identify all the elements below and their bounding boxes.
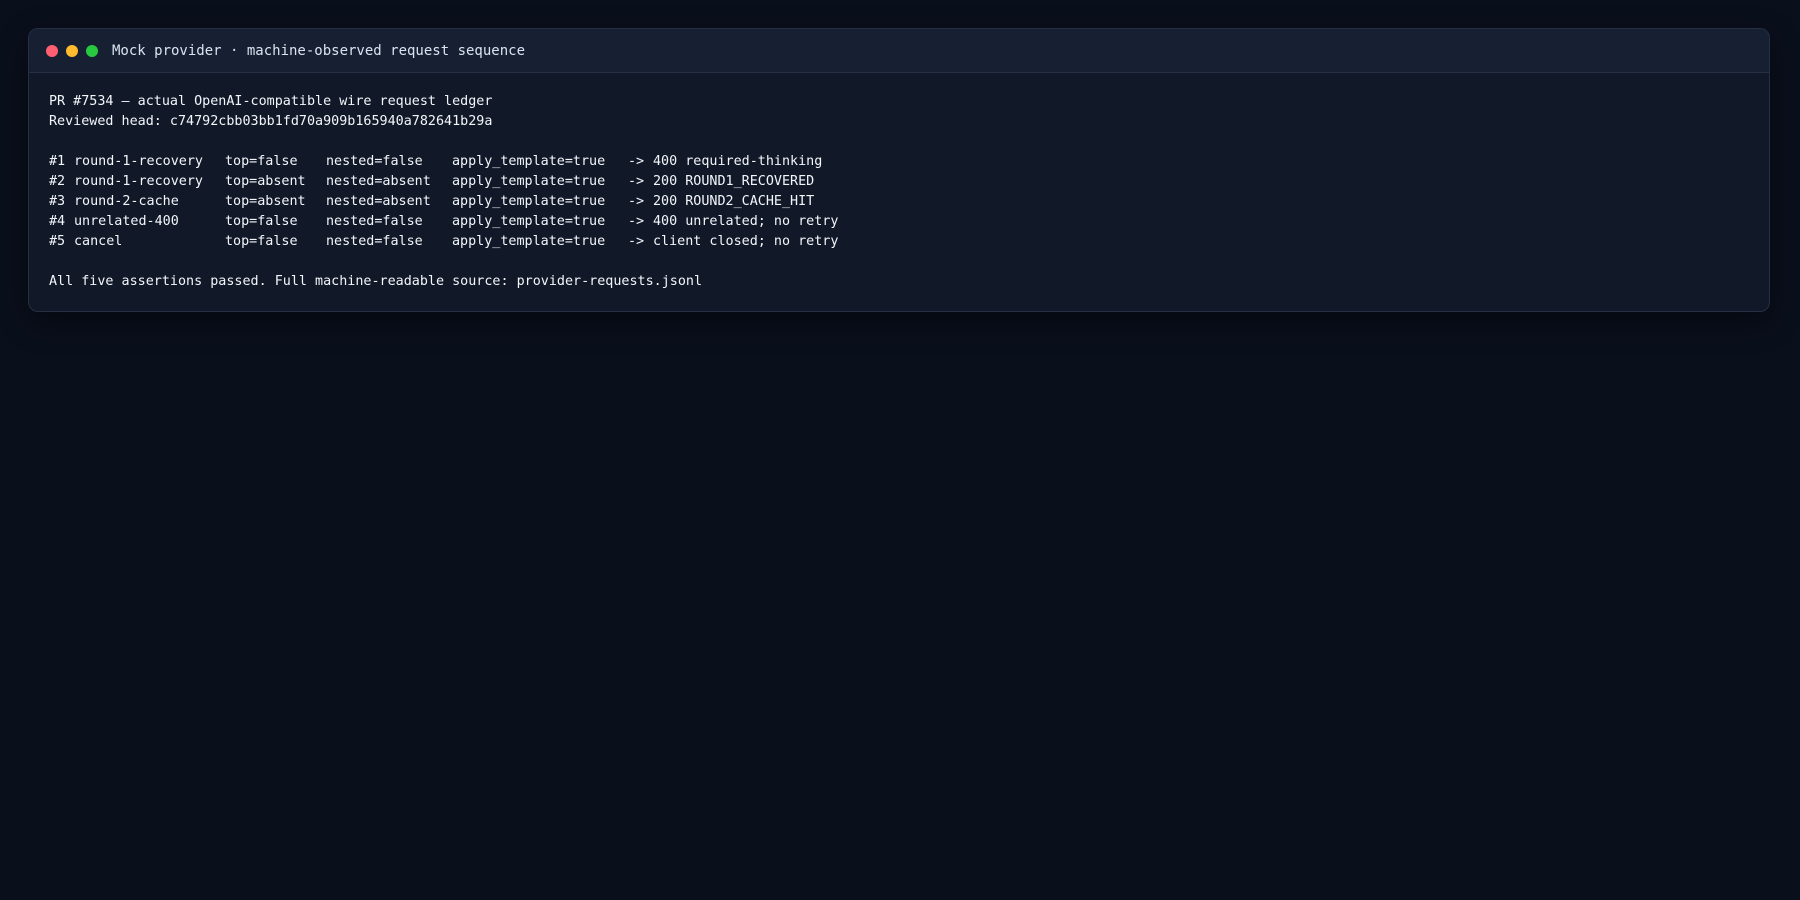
request-template: apply_template=true <box>452 174 606 189</box>
request-name: round-1-recovery <box>74 174 203 189</box>
request-name: round-2-cache <box>74 194 179 209</box>
ledger-heading: PR #7534 — actual OpenAI-compatible wire… <box>49 94 493 109</box>
request-nested: nested=absent <box>326 194 431 209</box>
table-row: #3 round-2-cache top=absent nested=absen… <box>49 192 1749 212</box>
request-arrow: -> <box>628 154 645 169</box>
request-result: 200 ROUND1_RECOVERED <box>653 174 815 189</box>
table-row: #1 round-1-recovery top=false nested=fal… <box>49 152 1749 172</box>
request-name: unrelated-400 <box>74 214 179 229</box>
assertion-summary: All five assertions passed. Full machine… <box>49 274 703 289</box>
request-template: apply_template=true <box>452 154 606 169</box>
request-arrow: -> <box>628 214 645 229</box>
request-top: top=absent <box>225 194 306 209</box>
request-top: top=false <box>225 214 298 229</box>
request-nested: nested=false <box>326 234 423 249</box>
terminal-output: PR #7534 — actual OpenAI-compatible wire… <box>29 73 1769 292</box>
request-id: #2 <box>49 174 66 189</box>
terminal-window: Mock provider · machine-observed request… <box>28 28 1770 312</box>
table-row: #2 round-1-recovery top=absent nested=ab… <box>49 172 1749 192</box>
request-name: round-1-recovery <box>74 154 203 169</box>
request-name: cancel <box>74 234 123 249</box>
table-row: #4 unrelated-400 top=false nested=false … <box>49 212 1749 232</box>
table-row: #5 cancel top=false nested=false apply_t… <box>49 232 1749 252</box>
minimize-dot-icon[interactable] <box>66 44 78 57</box>
request-nested: nested=false <box>326 214 423 229</box>
request-top: top=false <box>225 234 298 249</box>
request-top: top=false <box>225 154 298 169</box>
close-dot-icon[interactable] <box>46 44 58 57</box>
request-template: apply_template=true <box>452 234 606 249</box>
request-arrow: -> <box>628 174 645 189</box>
request-nested: nested=false <box>326 154 423 169</box>
request-id: #5 <box>49 234 66 249</box>
request-id: #1 <box>49 154 66 169</box>
request-result: client closed; no retry <box>653 234 839 249</box>
reviewed-head: Reviewed head: c74792cbb03bb1fd70a909b16… <box>49 114 493 129</box>
request-result: 200 ROUND2_CACHE_HIT <box>653 194 815 209</box>
zoom-dot-icon[interactable] <box>86 44 98 57</box>
request-result: 400 unrelated; no retry <box>653 214 839 229</box>
request-id: #4 <box>49 214 66 229</box>
request-arrow: -> <box>628 194 645 209</box>
request-top: top=absent <box>225 174 306 189</box>
request-template: apply_template=true <box>452 214 606 229</box>
request-arrow: -> <box>628 234 645 249</box>
window-title: Mock provider · machine-observed request… <box>112 42 526 59</box>
request-nested: nested=absent <box>326 174 431 189</box>
request-id: #3 <box>49 194 66 209</box>
request-result: 400 required-thinking <box>653 154 823 169</box>
window-titlebar: Mock provider · machine-observed request… <box>29 29 1769 73</box>
request-template: apply_template=true <box>452 194 606 209</box>
